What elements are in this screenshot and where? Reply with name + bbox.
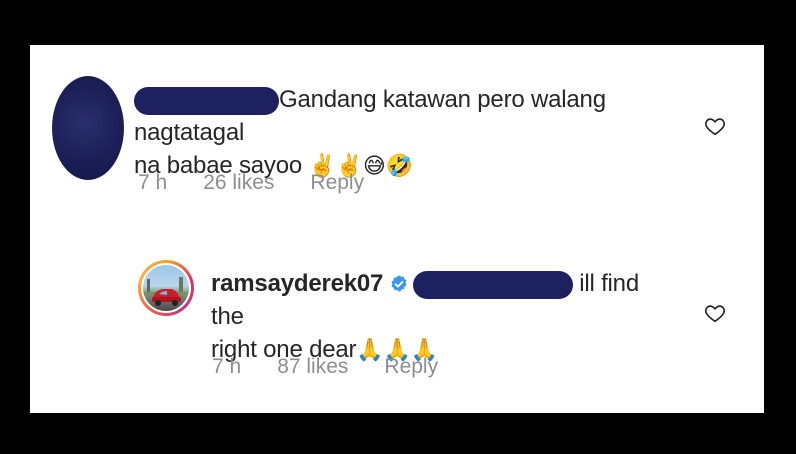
comment-time: 7 h: [138, 171, 168, 194]
comments-panel: Gandang katawan pero walang nagtatagal n…: [30, 45, 764, 413]
heart-icon[interactable]: [704, 302, 726, 324]
comment-meta: 7 h 26 likes Reply: [138, 171, 364, 195]
car-photo: [143, 265, 189, 311]
reply-meta: 7 h 87 likes Reply: [212, 355, 438, 379]
reply-username[interactable]: ramsayderek07: [211, 270, 383, 297]
reply-avatar[interactable]: [138, 260, 194, 316]
comment-likes[interactable]: 26 likes: [203, 171, 274, 195]
redacted-username[interactable]: [134, 86, 279, 115]
heart-icon[interactable]: [704, 115, 726, 137]
reply-likes[interactable]: 87 likes: [277, 355, 348, 379]
reply-time: 7 h: [212, 355, 242, 378]
redacted-mention[interactable]: [413, 270, 574, 299]
reply-reply-button[interactable]: Reply: [384, 355, 438, 379]
commenter-avatar[interactable]: [52, 76, 124, 180]
verified-badge-icon: [391, 275, 407, 292]
car-icon: [143, 277, 189, 306]
comment-text: Gandang katawan pero walang nagtatagal n…: [134, 83, 694, 182]
reply-text: ramsayderek07 ill find the right one dea…: [211, 267, 671, 366]
comment-reply-button[interactable]: Reply: [310, 171, 364, 195]
